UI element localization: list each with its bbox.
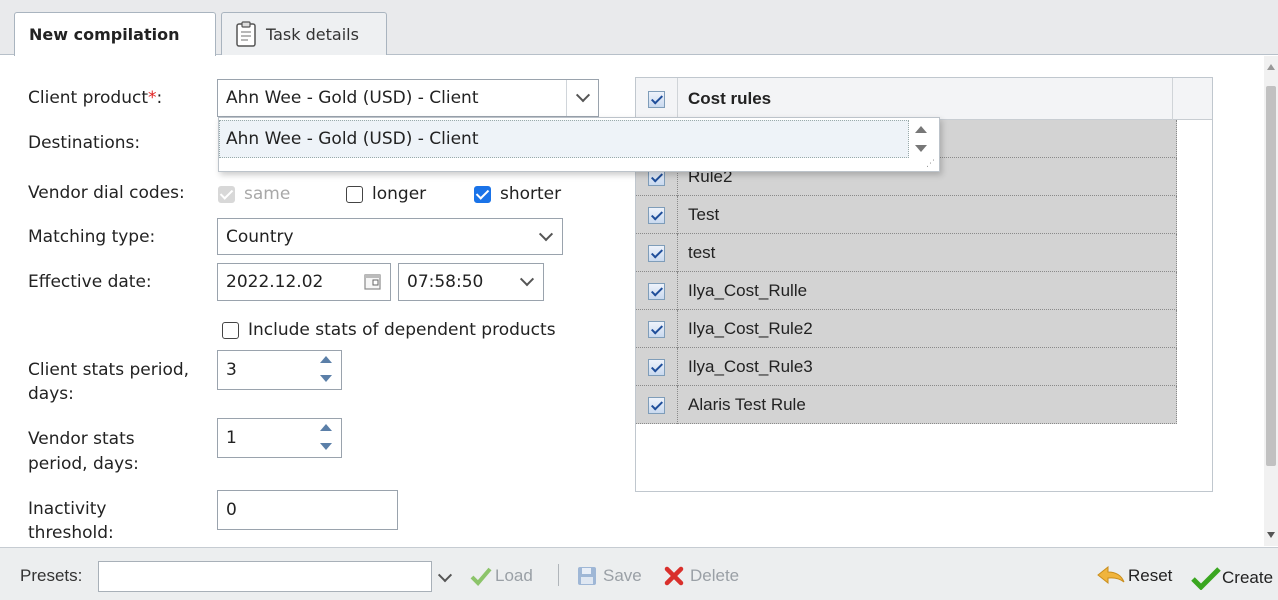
row-checkbox[interactable]: [648, 282, 665, 300]
check-icon: [1191, 567, 1221, 590]
clipboard-icon: [236, 21, 256, 47]
cost-rule-row[interactable]: Ilya_Cost_Rule2: [636, 310, 1177, 348]
row-checkbox-cell[interactable]: [636, 348, 678, 386]
cost-rules-header: Cost rules: [688, 89, 772, 108]
matching-type-select[interactable]: Country: [217, 218, 563, 255]
longer-checkbox[interactable]: [346, 185, 363, 203]
toolbar-separator: [558, 564, 559, 586]
cost-rule-row[interactable]: Ilya_Cost_Rule3: [636, 348, 1177, 386]
cost-rule-name: test: [688, 243, 716, 262]
select-all-cell[interactable]: [636, 78, 678, 120]
same-label: same: [244, 184, 291, 204]
reset-button[interactable]: Reset: [1096, 566, 1172, 586]
cost-rule-row[interactable]: Test: [636, 196, 1177, 234]
scroll-down-icon[interactable]: [1267, 532, 1275, 538]
select-all-checkbox[interactable]: [648, 90, 665, 108]
client-product-value: Ahn Wee - Gold (USD) - Client: [226, 88, 479, 108]
cost-rule-name: Test: [688, 205, 720, 224]
dial-code-same[interactable]: same: [218, 184, 290, 204]
spinner-arrows-icon[interactable]: [317, 354, 335, 384]
client-product-dropdown: Ahn Wee - Gold (USD) - Client ⋰: [218, 117, 940, 172]
row-checkbox-cell[interactable]: [636, 386, 678, 424]
inactivity-threshold-input[interactable]: 0: [217, 490, 398, 530]
effective-time-select[interactable]: 07:58:50: [398, 263, 544, 301]
bottom-toolbar: Presets: Load Save Delete Reset Create: [0, 547, 1278, 600]
floppy-icon: [578, 567, 596, 585]
client-product-select[interactable]: Ahn Wee - Gold (USD) - Client: [217, 79, 599, 117]
required-marker: *: [148, 88, 157, 108]
cost-rule-name: Ilya_Cost_Rule2: [688, 319, 813, 338]
row-checkbox-cell[interactable]: [636, 196, 678, 234]
matching-type-label: Matching type:: [28, 227, 156, 247]
row-checkbox[interactable]: [648, 244, 665, 262]
client-stats-value: 3: [226, 360, 237, 380]
inactivity-threshold-label: Inactivity threshold:: [28, 499, 114, 543]
cost-rule-name: Ilya_Cost_Rule3: [688, 357, 813, 376]
client-product-label: Client product*:: [28, 88, 163, 108]
effective-date-label: Effective date:: [28, 272, 152, 292]
time-value: 07:58:50: [407, 272, 484, 292]
destinations-label: Destinations:: [28, 133, 141, 153]
tab-label: New compilation: [29, 25, 180, 44]
check-icon: [470, 567, 492, 586]
row-checkbox[interactable]: [648, 206, 665, 224]
page-scrollbar[interactable]: [1264, 56, 1278, 546]
chevron-down-icon[interactable]: [511, 264, 543, 300]
create-button[interactable]: Create: [1190, 566, 1273, 590]
date-value: 2022.12.02: [226, 272, 324, 292]
row-checkbox-cell[interactable]: [636, 234, 678, 272]
vendor-stats-value: 1: [226, 428, 237, 448]
cost-rule-row[interactable]: test: [636, 234, 1177, 272]
longer-label: longer: [372, 184, 427, 204]
presets-select[interactable]: [98, 561, 432, 592]
dial-code-longer[interactable]: longer: [346, 184, 426, 204]
row-checkbox[interactable]: [648, 320, 665, 338]
cost-rule-row[interactable]: Ilya_Cost_Rulle: [636, 272, 1177, 310]
row-checkbox[interactable]: [648, 358, 665, 376]
row-checkbox-cell[interactable]: [636, 272, 678, 310]
save-button[interactable]: Save: [577, 566, 642, 586]
chevron-down-icon[interactable]: [530, 219, 562, 254]
matching-type-value: Country: [226, 226, 294, 247]
tab-task-details[interactable]: Task details: [221, 12, 387, 55]
scrollbar-thumb[interactable]: [1266, 86, 1276, 466]
resize-grip-icon[interactable]: ⋰: [926, 159, 935, 169]
chevron-down-icon[interactable]: [437, 568, 453, 588]
inactivity-value: 0: [226, 500, 237, 520]
client-stats-stepper[interactable]: 3: [217, 350, 342, 390]
cost-rule-row[interactable]: Alaris Test Rule: [636, 386, 1177, 424]
vendor-dial-codes-label: Vendor dial codes:: [28, 183, 185, 203]
shorter-label: shorter: [500, 184, 562, 204]
grid-header: Cost rules: [636, 78, 1212, 120]
presets-label: Presets:: [20, 566, 83, 585]
spinner-arrows-icon[interactable]: [317, 422, 335, 452]
dropdown-option[interactable]: Ahn Wee - Gold (USD) - Client: [219, 120, 909, 158]
delete-button[interactable]: Delete: [664, 566, 739, 586]
load-button[interactable]: Load: [470, 566, 533, 586]
effective-date-input[interactable]: 2022.12.02: [217, 263, 391, 301]
delete-x-icon: [664, 566, 684, 586]
vendor-stats-label: Vendor stats period, days:: [28, 429, 139, 474]
vendor-stats-stepper[interactable]: 1: [217, 418, 342, 458]
calendar-icon[interactable]: [364, 273, 382, 296]
row-checkbox-cell[interactable]: [636, 310, 678, 348]
include-stats-option[interactable]: Include stats of dependent products: [222, 320, 556, 340]
dial-code-shorter[interactable]: shorter: [474, 184, 561, 204]
row-checkbox[interactable]: [648, 396, 665, 414]
scroll-up-icon[interactable]: [1267, 64, 1275, 70]
client-stats-label: Client stats period, days:: [28, 360, 190, 404]
chevron-down-icon[interactable]: [566, 80, 598, 116]
include-stats-label: Include stats of dependent products: [248, 320, 556, 340]
tab-new-compilation[interactable]: New compilation: [14, 12, 216, 56]
cost-rule-name: Ilya_Cost_Rulle: [688, 281, 808, 300]
tab-label: Task details: [266, 24, 359, 44]
include-stats-checkbox[interactable]: [222, 321, 239, 339]
shorter-checkbox[interactable]: [474, 185, 491, 203]
cost-rule-name: Alaris Test Rule: [688, 395, 806, 414]
same-checkbox[interactable]: [218, 185, 235, 203]
undo-arrow-icon: [1097, 566, 1125, 585]
tab-bar: New compilation Task details: [0, 0, 1278, 56]
dropdown-scroll-spinner[interactable]: [912, 124, 930, 154]
